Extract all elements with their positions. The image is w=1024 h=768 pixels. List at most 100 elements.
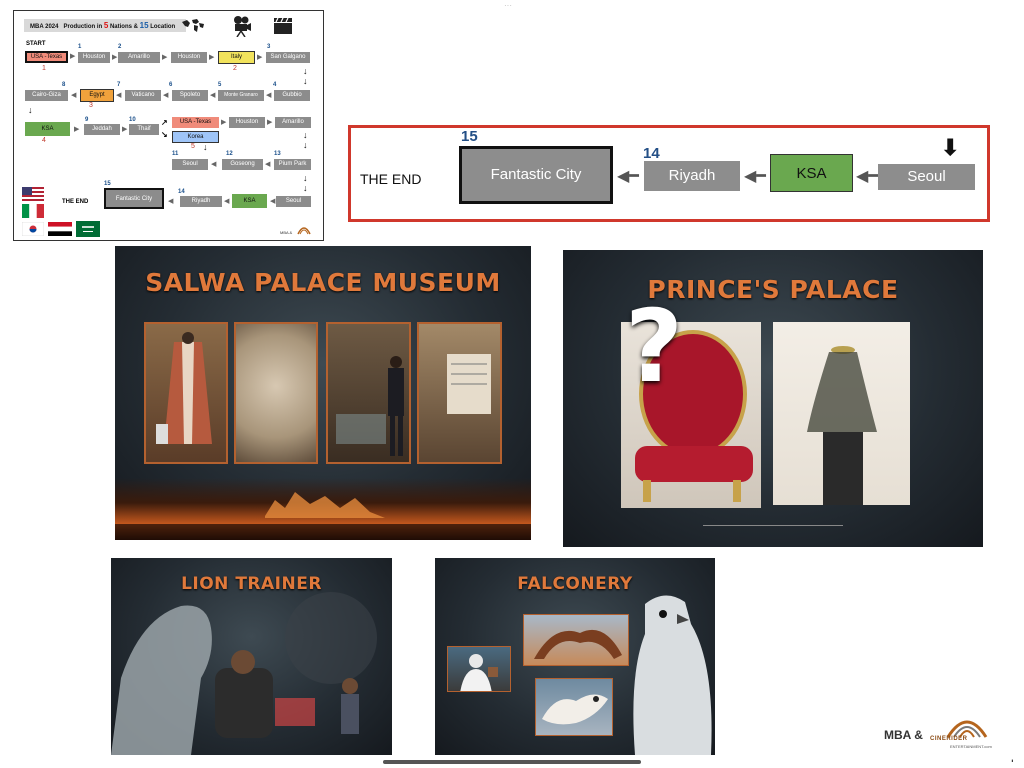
arrow-right: ▶	[221, 119, 227, 126]
arrow-down: ↓	[303, 66, 308, 76]
ornament-divider	[703, 525, 843, 526]
route-spoleto[interactable]: Spoleto	[172, 90, 208, 101]
home-indicator[interactable]	[383, 760, 641, 764]
ksa-box[interactable]: KSA	[770, 154, 853, 192]
princes-palace-slide[interactable]: PRINCE'S PALACE ?	[563, 250, 983, 547]
route-seoul-2[interactable]: Seoul	[276, 196, 311, 207]
arrow-right: ▶	[257, 54, 263, 61]
korea-flag	[22, 222, 44, 236]
arrow-left: ◀	[265, 161, 271, 168]
arrow-down: ⬇	[941, 135, 960, 160]
arrow-down: ↓	[303, 130, 308, 140]
arrow-left: ◀	[224, 198, 230, 205]
route-red-num-1: 1	[42, 65, 46, 72]
route-thaif[interactable]: Thaif	[129, 124, 159, 135]
route-map-slide[interactable]: MBA 2024 Production in 5 Nations & 1 5 Lo…	[13, 10, 324, 241]
route-usa-texas[interactable]: USA -Texas	[25, 51, 68, 63]
salwa-palace-museum-slide[interactable]: SALWA PALACE MUSEUM	[115, 246, 531, 540]
route-jeddah[interactable]: Jeddah	[84, 124, 120, 135]
slide-title: SALWA PALACE MUSEUM	[145, 268, 501, 297]
route-italy[interactable]: Italy	[218, 51, 255, 64]
egypt-flag	[48, 222, 72, 236]
arrow-down-right: ↘	[161, 130, 168, 139]
route-red-num-4: 4	[42, 137, 46, 144]
lion-trainer-slide[interactable]: LION TRAINER	[111, 558, 392, 755]
route-seoul[interactable]: Seoul	[172, 159, 208, 170]
end-sequence-panel[interactable]: THE END 15 Fantastic City ◀━ 14 Riyadh ◀…	[348, 125, 990, 222]
route-num: 2	[118, 44, 122, 50]
falconery-slide[interactable]: FALCONERY	[435, 558, 715, 755]
route-num: 12	[226, 151, 233, 157]
arrow-down: ↓	[303, 140, 308, 150]
usa-flag	[22, 187, 44, 201]
route-egypt[interactable]: Egypt	[80, 89, 114, 102]
route-end-label: THE END	[62, 199, 89, 205]
route-ksa-2[interactable]: KSA	[232, 194, 267, 208]
arrow-down: ↓	[203, 142, 208, 152]
arrow-down: ↓	[303, 173, 308, 183]
route-fantastic-city[interactable]: Fantastic City	[104, 188, 164, 209]
route-amarillo[interactable]: Amarillo	[118, 52, 160, 63]
corner-mark: ˌ	[1010, 746, 1015, 762]
arrow-down: ↓	[303, 76, 308, 86]
arrow-left: ◀	[270, 198, 276, 205]
riyadh-num: 14	[643, 145, 660, 162]
route-vaticano[interactable]: Vaticano	[125, 90, 161, 101]
arrow-left: ◀━	[744, 168, 766, 185]
fantastic-city-box[interactable]: Fantastic City	[459, 146, 613, 204]
route-goseong[interactable]: Goseong	[222, 159, 263, 170]
locations-label: Location	[150, 24, 176, 30]
route-san-galgano[interactable]: San Galgano	[266, 52, 310, 63]
route-num: 6	[169, 82, 173, 88]
photo-ghutra-stand	[773, 322, 910, 505]
route-riyadh[interactable]: Riyadh	[180, 196, 222, 207]
route-num: 13	[274, 151, 281, 157]
route-num: 3	[267, 44, 271, 50]
route-num: 8	[62, 82, 66, 88]
route-num: 11	[172, 151, 179, 157]
route-pium-park[interactable]: Pium Park	[274, 159, 311, 170]
route-ksa[interactable]: KSA	[25, 122, 70, 136]
route-num: 5	[218, 82, 222, 88]
cinerider-logo-icon	[297, 227, 311, 235]
arrow-right: ▶	[112, 54, 118, 61]
route-usa-texas-2[interactable]: USA -Texas	[172, 117, 219, 128]
arrow-right: ▶	[209, 54, 215, 61]
world-map-icon	[182, 19, 204, 32]
route-houston-3[interactable]: Houston	[229, 117, 265, 128]
question-mark: ?	[625, 288, 684, 405]
route-num: 4	[273, 82, 277, 88]
arrow-right: ▶	[70, 53, 76, 60]
footer-logo-subtext: ENTERTAINMENT.com	[950, 744, 992, 749]
route-gubbio[interactable]: Gubbio	[274, 90, 310, 101]
film-camera-icon	[234, 16, 251, 37]
footer-brand-text: MBA &	[884, 728, 923, 742]
route-num: 14	[178, 189, 185, 195]
photo-falcon-monument	[523, 614, 629, 666]
nations-label: Nations &	[109, 24, 138, 30]
start-label: START	[26, 41, 46, 47]
riyadh-box[interactable]: Riyadh	[644, 161, 740, 191]
end-label: THE END	[360, 171, 422, 187]
route-korea[interactable]: Korea	[172, 131, 219, 143]
route-monte-granaro[interactable]: Monte Granaro	[218, 90, 264, 101]
header-mid: Production in	[63, 24, 103, 30]
route-amarillo-2[interactable]: Amarillo	[275, 117, 311, 128]
route-houston[interactable]: Houston	[78, 52, 110, 63]
arrow-down: ↓	[303, 183, 308, 193]
route-houston-2[interactable]: Houston	[171, 52, 207, 63]
route-footer-brand: MBA &	[280, 230, 293, 235]
arrow-left: ◀	[210, 92, 216, 99]
header-prefix: MBA 2024	[30, 24, 59, 30]
falcon-portrait	[633, 595, 712, 755]
arrow-right: ▶	[267, 119, 273, 126]
fantastic-city-num: 15	[461, 128, 478, 145]
saudi-flag	[76, 221, 100, 237]
arrow-left: ◀━	[617, 168, 639, 185]
seoul-box[interactable]: Seoul	[878, 164, 975, 190]
arrow-right: ▶	[162, 54, 168, 61]
nations-count: 5	[103, 21, 109, 30]
route-cairo-giza[interactable]: Cairo-Giza	[25, 90, 68, 101]
night-palace-banner	[115, 478, 531, 540]
photo-white-falcon	[535, 678, 613, 736]
